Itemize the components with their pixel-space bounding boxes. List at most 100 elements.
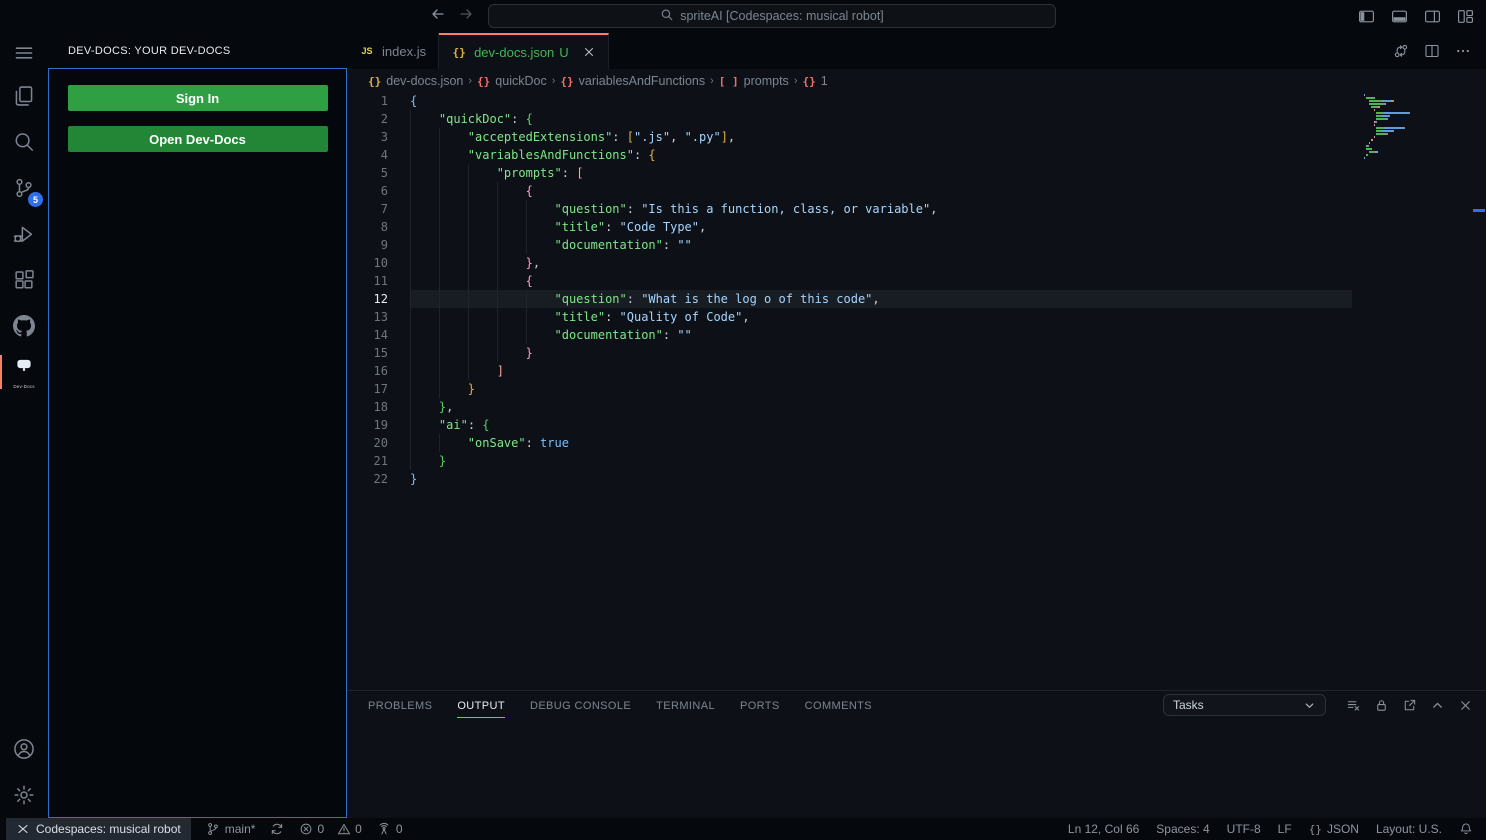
- code-line-19[interactable]: 19 "ai": {: [347, 416, 1352, 434]
- status-sync-changes[interactable]: [270, 822, 284, 836]
- code-line-2[interactable]: 2 "quickDoc": {: [347, 110, 1352, 128]
- close-tab-button[interactable]: [582, 45, 596, 59]
- github-button[interactable]: [0, 303, 48, 349]
- toggle-panel-button[interactable]: [1386, 4, 1412, 30]
- compare-changes-button[interactable]: [1393, 43, 1409, 59]
- open-dev-docs-button[interactable]: Open Dev-Docs: [68, 126, 328, 152]
- status-notifications[interactable]: [1459, 822, 1473, 836]
- tab-dev-docs.json[interactable]: {}dev-docs.jsonU: [439, 33, 609, 69]
- panel-tab-problems[interactable]: PROBLEMS: [368, 691, 432, 720]
- status-cursor-position[interactable]: Ln 12, Col 66: [1068, 822, 1139, 836]
- close-panel-button[interactable]: [1458, 698, 1473, 713]
- code-line-8[interactable]: 8 "title": "Code Type",: [347, 218, 1352, 236]
- indent-spaces: [410, 400, 439, 414]
- minimap-seg: [1393, 130, 1394, 132]
- code-line-5[interactable]: 5 "prompts": [: [347, 164, 1352, 182]
- command-center-search[interactable]: spriteAI [Codespaces: musical robot]: [488, 4, 1056, 28]
- toggle-primary-sidebar-button[interactable]: [1353, 4, 1379, 30]
- extensions-button[interactable]: [0, 257, 48, 303]
- sign-in-button[interactable]: Sign In: [68, 85, 328, 111]
- code-line-22[interactable]: 22}: [347, 470, 1352, 488]
- output-channel-value: Tasks: [1173, 698, 1204, 712]
- code-line-16[interactable]: 16 ]: [347, 362, 1352, 380]
- search-button[interactable]: [0, 119, 48, 165]
- code-line-20[interactable]: 20 "onSave": true: [347, 434, 1352, 452]
- status-label: Codespaces: musical robot: [36, 822, 181, 836]
- code-line-17[interactable]: 17 }: [347, 380, 1352, 398]
- panel-tab-debug-console[interactable]: DEBUG CONSOLE: [530, 691, 631, 720]
- breadcrumb-item-prompts[interactable]: [ ] prompts: [719, 74, 789, 88]
- status-eol-sequence[interactable]: LF: [1278, 822, 1292, 836]
- source-control-button[interactable]: 5: [0, 165, 48, 211]
- breadcrumb-label: quickDoc: [495, 74, 546, 88]
- status-keyboard-layout[interactable]: Layout: U.S.: [1376, 822, 1442, 836]
- code-line-12[interactable]: 12 "question": "What is the log o of thi…: [347, 290, 1352, 308]
- layout-controls: [1353, 0, 1478, 33]
- title-bar: spriteAI [Codespaces: musical robot]: [0, 0, 1486, 33]
- open-output-in-editor-button[interactable]: [1402, 698, 1417, 713]
- code-line-13[interactable]: 13 "title": "Quality of Code",: [347, 308, 1352, 326]
- code-text: {: [410, 182, 533, 200]
- minimap[interactable]: [1364, 94, 1470, 160]
- breadcrumb-item-dev-docs.json[interactable]: {}dev-docs.json: [368, 74, 463, 88]
- settings-gear-button[interactable]: [0, 772, 48, 818]
- extensions-icon: [13, 269, 35, 291]
- status-encoding[interactable]: UTF-8: [1227, 822, 1261, 836]
- token: :: [663, 328, 677, 342]
- run-and-debug-button[interactable]: [0, 211, 48, 257]
- indent-guide: [468, 362, 469, 380]
- editor[interactable]: 1{2 "quickDoc": {3 "acceptedExtensions":…: [347, 92, 1486, 690]
- more-actions-button[interactable]: [1455, 43, 1471, 59]
- close-panel-icon: [1458, 698, 1473, 713]
- customize-layout-button[interactable]: [1452, 4, 1478, 30]
- panel-tab-terminal[interactable]: TERMINAL: [656, 691, 715, 720]
- code-line-14[interactable]: 14 "documentation": "": [347, 326, 1352, 344]
- split-editor-button[interactable]: [1424, 43, 1440, 59]
- code-line-11[interactable]: 11 {: [347, 272, 1352, 290]
- token: {: [526, 112, 533, 126]
- code-line-18[interactable]: 18 },: [347, 398, 1352, 416]
- status-indentation[interactable]: Spaces: 4: [1156, 822, 1209, 836]
- explorer-button[interactable]: [0, 73, 48, 119]
- code-line-3[interactable]: 3 "acceptedExtensions": [".js", ".py"],: [347, 128, 1352, 146]
- brackets-red-icon: [ ]: [719, 74, 739, 88]
- status-remote-indicator[interactable]: Codespaces: musical robot: [6, 818, 191, 840]
- minimap-line: [1364, 112, 1470, 114]
- code-line-1[interactable]: 1{: [347, 92, 1352, 110]
- code-line-9[interactable]: 9 "documentation": "": [347, 236, 1352, 254]
- panel-tab-ports[interactable]: PORTS: [740, 691, 780, 720]
- breadcrumb-item-quickDoc[interactable]: {}quickDoc: [477, 74, 547, 88]
- indent-guide: [468, 254, 469, 272]
- back-button[interactable]: [430, 6, 446, 27]
- maximize-panel-button[interactable]: [1430, 698, 1445, 713]
- accounts-button[interactable]: [0, 726, 48, 772]
- status-language-mode[interactable]: {}JSON: [1309, 822, 1359, 836]
- code-line-6[interactable]: 6 {: [347, 182, 1352, 200]
- code-line-21[interactable]: 21 }: [347, 452, 1352, 470]
- indent-guide: [410, 110, 411, 128]
- clear-output-button[interactable]: [1346, 698, 1361, 713]
- breadcrumb-item-1[interactable]: {}1: [802, 74, 827, 88]
- breadcrumb-item-variablesAndFunctions[interactable]: {}variablesAndFunctions: [560, 74, 705, 88]
- breadcrumb-label: prompts: [744, 74, 789, 88]
- tab-index.js[interactable]: JSindex.js: [347, 33, 439, 69]
- lock-button[interactable]: [1374, 698, 1389, 713]
- code-line-7[interactable]: 7 "question": "Is this a function, class…: [347, 200, 1352, 218]
- output-channel-select[interactable]: Tasks: [1163, 694, 1326, 716]
- toggle-secondary-sidebar-button[interactable]: [1419, 4, 1445, 30]
- code-line-15[interactable]: 15 }: [347, 344, 1352, 362]
- status-problems[interactable]: 00: [299, 822, 361, 836]
- minimap-line: [1364, 115, 1470, 117]
- code-line-4[interactable]: 4 "variablesAndFunctions": {: [347, 146, 1352, 164]
- indent-guide: [439, 128, 440, 146]
- forward-button[interactable]: [458, 6, 474, 27]
- menu-button[interactable]: [0, 33, 48, 73]
- status-git-branch[interactable]: main*: [206, 822, 256, 836]
- indent-guide: [439, 362, 440, 380]
- code-line-10[interactable]: 10 },: [347, 254, 1352, 272]
- dev-docs-button[interactable]: Dev-Docs: [0, 349, 48, 395]
- panel-tab-comments[interactable]: COMMENTS: [805, 691, 872, 720]
- panel-tab-output[interactable]: OUTPUT: [457, 691, 505, 720]
- token: ,: [699, 220, 706, 234]
- status-forwarded-ports[interactable]: 0: [377, 822, 403, 836]
